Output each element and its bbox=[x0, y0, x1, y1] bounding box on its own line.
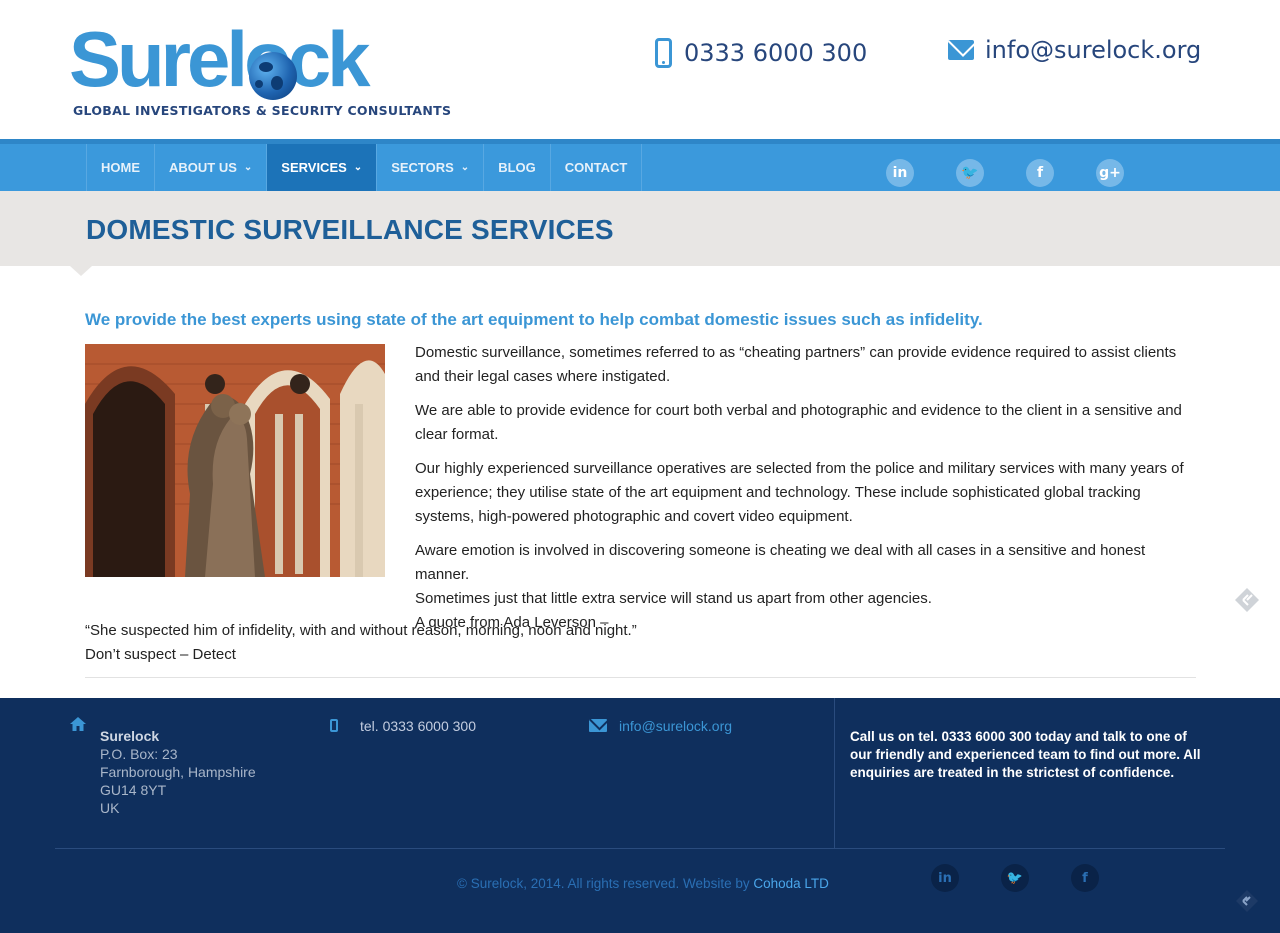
nav-menu: HOME ABOUT US ⌄ SERVICES ⌄ SECTORS ⌄ BLOG CONTAC… bbox=[86, 144, 643, 191]
footer-address: Surelock P.O. Box: 23 Farnborough, Hamps… bbox=[100, 727, 256, 817]
nav-item-contact[interactable]: CONTACT bbox=[549, 144, 643, 191]
logo-tagline: GLOBAL INVESTIGATORS & SECURITY CONSULTA… bbox=[73, 103, 452, 118]
feedback-tab-icon[interactable] bbox=[1233, 586, 1261, 614]
address-line: GU14 8YT bbox=[100, 782, 167, 798]
footer-phone[interactable]: tel. 0333 6000 300 bbox=[360, 718, 476, 734]
envelope-icon bbox=[948, 40, 974, 60]
footer-email-link[interactable]: info@surelock.org bbox=[619, 718, 732, 734]
twitter-icon[interactable]: 🐦 bbox=[956, 159, 984, 187]
nav-item-services[interactable]: SERVICES ⌄ bbox=[266, 144, 377, 191]
page-subtitle: We provide the best experts using state … bbox=[85, 310, 983, 329]
address-line: UK bbox=[100, 800, 120, 816]
paragraph-5: Sometimes just that little extra service… bbox=[415, 590, 932, 607]
nav-item-label: BLOG bbox=[498, 160, 536, 175]
footer-vertical-divider bbox=[834, 698, 835, 848]
nav-item-label: HOME bbox=[101, 160, 140, 175]
nav-item-about-us[interactable]: ABOUT US ⌄ bbox=[154, 144, 266, 191]
nav-item-label: ABOUT US bbox=[169, 160, 237, 175]
twitter-icon[interactable]: 🐦 bbox=[1001, 864, 1029, 892]
paragraph-2: We are able to provide evidence for cour… bbox=[415, 402, 1182, 443]
title-band-pointer bbox=[70, 266, 92, 276]
feedback-tab-icon[interactable] bbox=[1235, 889, 1259, 913]
content-divider bbox=[85, 677, 1196, 678]
header-email[interactable]: info@surelock.org bbox=[948, 36, 1201, 64]
footer-horizontal-divider bbox=[55, 848, 1225, 849]
globe-icon bbox=[249, 52, 297, 100]
nav-item-label: SERVICES bbox=[281, 160, 347, 175]
chevron-down-icon: ⌄ bbox=[243, 162, 253, 173]
footer-org-name: Surelock bbox=[100, 728, 160, 744]
mobile-phone-icon bbox=[655, 38, 672, 68]
quote-text: “She suspected him of infidelity, with a… bbox=[85, 622, 637, 639]
site-logo[interactable]: Surelock GLOBAL INVESTIGATORS & SECURITY… bbox=[69, 15, 451, 120]
google-plus-icon[interactable]: g+ bbox=[1096, 159, 1124, 187]
home-icon bbox=[70, 717, 86, 731]
footer-copyright: © Surelock, 2014. All rights reserved. W… bbox=[457, 876, 829, 891]
footer-call-to-action: Call us on tel. 0333 6000 300 today and … bbox=[850, 729, 1201, 780]
article-body: Domestic surveillance, sometimes referre… bbox=[415, 341, 1200, 635]
nav-item-sectors[interactable]: SECTORS ⌄ bbox=[376, 144, 483, 191]
facebook-icon[interactable]: f bbox=[1071, 864, 1099, 892]
page-title: DOMESTIC SURVEILLANCE SERVICES bbox=[86, 214, 614, 245]
facebook-icon[interactable]: f bbox=[1026, 159, 1054, 187]
nav-item-label: SECTORS bbox=[391, 160, 454, 175]
quote-block: “She suspected him of infidelity, with a… bbox=[85, 619, 637, 667]
linkedin-icon[interactable]: in bbox=[886, 159, 914, 187]
header-email-address: info@surelock.org bbox=[985, 36, 1202, 64]
statue-couple-photo bbox=[85, 344, 385, 577]
page-title-band: DOMESTIC SURVEILLANCE SERVICES bbox=[0, 191, 1280, 276]
nav-item-label: CONTACT bbox=[564, 160, 628, 175]
paragraph-3: Our highly experienced surveillance oper… bbox=[415, 460, 1184, 525]
header-phone-number: 0333 6000 300 bbox=[684, 39, 868, 67]
linkedin-icon[interactable]: in bbox=[931, 864, 959, 892]
chevron-down-icon: ⌄ bbox=[353, 162, 363, 173]
site-footer: Surelock P.O. Box: 23 Farnborough, Hamps… bbox=[0, 698, 1280, 933]
header-phone[interactable]: 0333 6000 300 bbox=[655, 38, 867, 68]
paragraph-1: Domestic surveillance, sometimes referre… bbox=[415, 344, 1177, 385]
mobile-phone-icon bbox=[330, 719, 338, 732]
site-header: Surelock GLOBAL INVESTIGATORS & SECURITY… bbox=[0, 0, 1280, 139]
copyright-text: © Surelock, 2014. All rights reserved. W… bbox=[457, 876, 754, 891]
logo-wordmark: Surelock bbox=[69, 15, 370, 103]
main-nav: HOME ABOUT US ⌄ SERVICES ⌄ SECTORS ⌄ BLOG CONTAC… bbox=[0, 144, 1280, 191]
nav-item-home[interactable]: HOME bbox=[86, 144, 154, 191]
envelope-icon bbox=[589, 719, 607, 732]
nav-item-blog[interactable]: BLOG bbox=[483, 144, 550, 191]
address-line: P.O. Box: 23 bbox=[100, 746, 178, 762]
paragraph-4: Aware emotion is involved in discovering… bbox=[415, 542, 1146, 583]
address-line: Farnborough, Hampshire bbox=[100, 764, 256, 780]
closing-line: Don’t suspect – Detect bbox=[85, 646, 236, 663]
chevron-down-icon: ⌄ bbox=[460, 162, 470, 173]
credit-link[interactable]: Cohoda LTD bbox=[753, 876, 829, 891]
